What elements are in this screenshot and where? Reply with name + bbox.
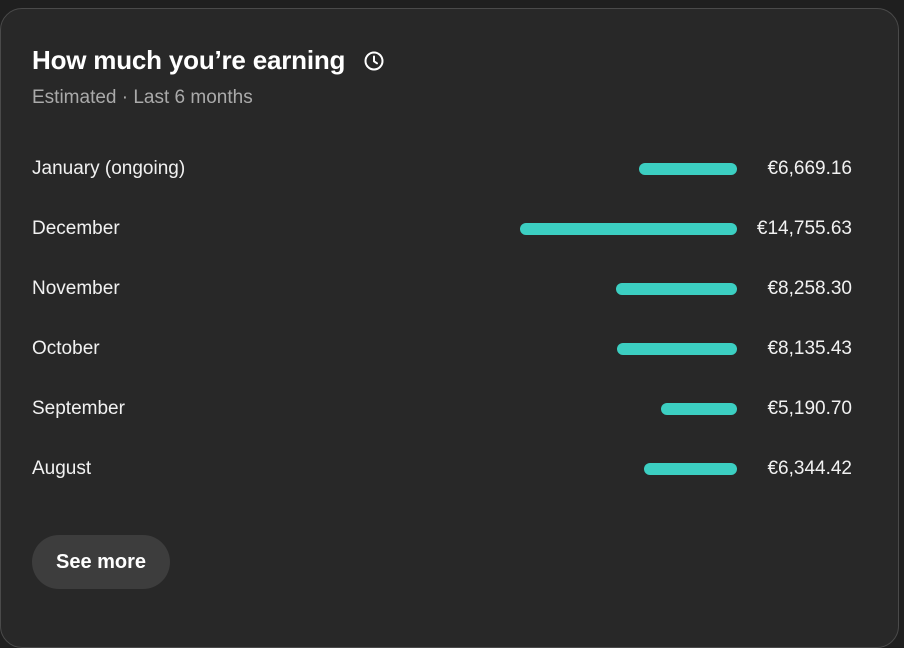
earnings-list: January (ongoing) €6,669.16 December €14,75… xyxy=(32,139,854,499)
earnings-row: November €8,258.30 xyxy=(32,259,854,319)
earnings-amount: €6,344.42 xyxy=(767,458,852,479)
see-more-button[interactable]: See more xyxy=(32,535,171,589)
earnings-bar xyxy=(639,163,737,175)
month-label: September xyxy=(32,398,125,419)
earnings-bar xyxy=(661,403,737,415)
earnings-row: August €6,344.42 xyxy=(32,439,854,499)
earnings-row: September €5,190.70 xyxy=(32,379,854,439)
card-subtitle: Estimated · Last 6 months xyxy=(32,87,253,108)
earnings-row: December €14,755.63 xyxy=(32,199,854,259)
month-label: October xyxy=(32,338,100,359)
earnings-amount: €8,135.43 xyxy=(767,338,852,359)
card-title: How much you’re earning xyxy=(32,45,346,75)
earnings-amount: €14,755.63 xyxy=(756,218,852,239)
earnings-amount: €8,258.30 xyxy=(767,278,852,299)
earnings-card: How much you’re earning Estimated · Last… xyxy=(0,8,899,648)
earnings-bar xyxy=(520,223,737,235)
earnings-row: October €8,135.43 xyxy=(32,319,854,379)
card-header: How much you’re earning xyxy=(32,45,385,76)
month-label: November xyxy=(32,278,120,299)
clock-info-icon[interactable] xyxy=(363,50,385,72)
month-label: December xyxy=(32,218,120,239)
earnings-bar xyxy=(644,463,737,475)
earnings-bar xyxy=(617,343,737,355)
earnings-row: January (ongoing) €6,669.16 xyxy=(32,139,854,199)
month-label: January (ongoing) xyxy=(32,158,186,179)
month-label: August xyxy=(32,458,92,479)
earnings-amount: €5,190.70 xyxy=(767,398,852,419)
earnings-amount: €6,669.16 xyxy=(767,158,852,179)
earnings-bar xyxy=(616,283,737,295)
